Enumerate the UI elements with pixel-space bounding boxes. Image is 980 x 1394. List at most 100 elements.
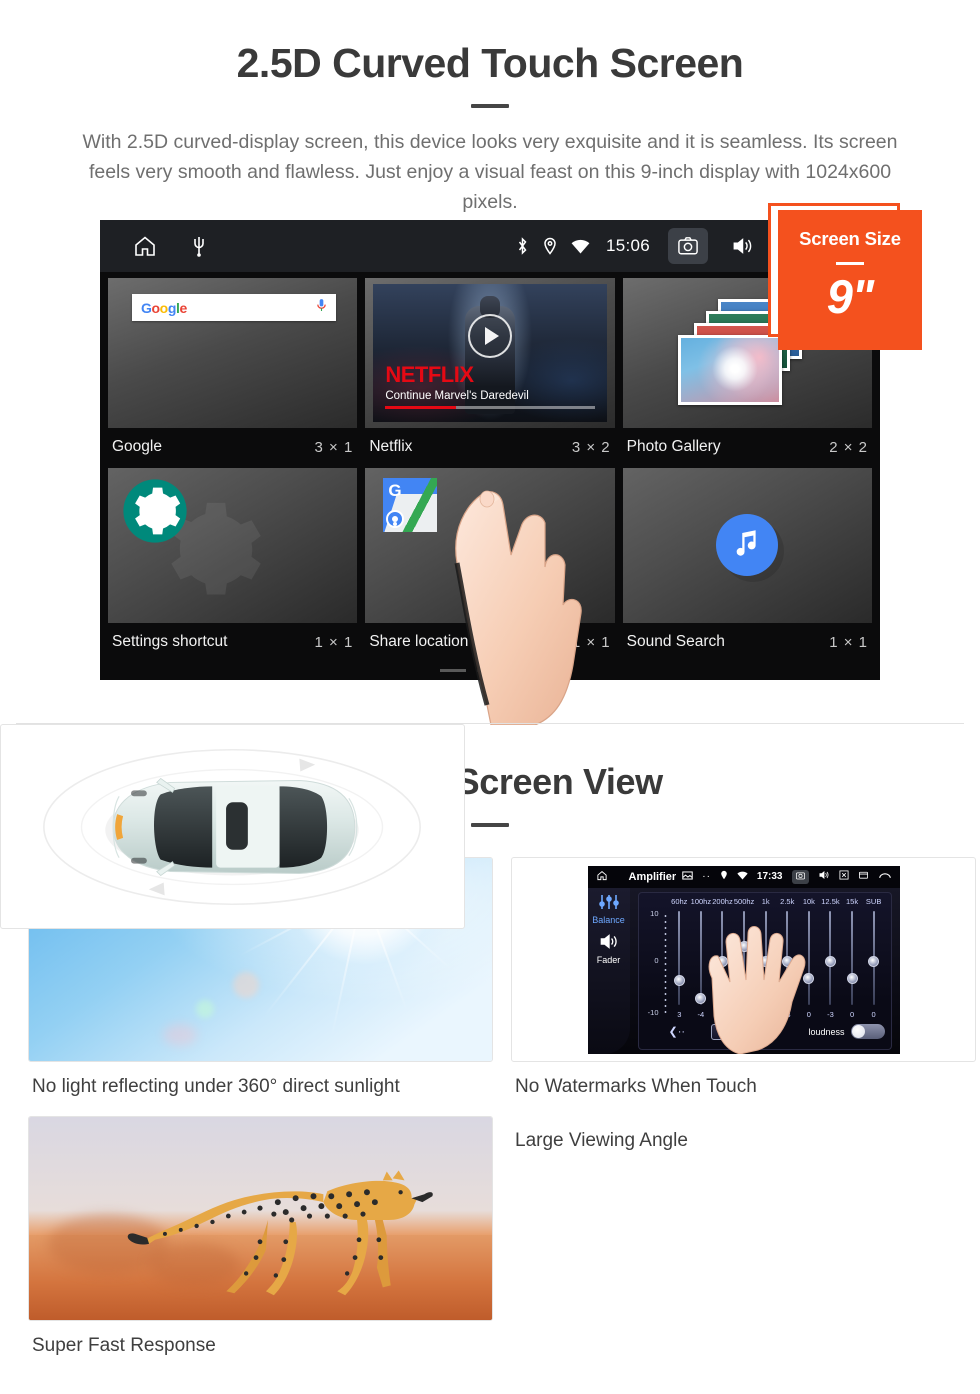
fader-icon[interactable] [588, 925, 630, 955]
section-ips-full-screen-view: IPS Full Screen View No light reflecting… [0, 724, 980, 1357]
back-icon[interactable] [878, 870, 892, 883]
widget-picker-grid: Google Google 3 × 1 NETFLIX Continue Mar… [100, 272, 880, 663]
badge-underline [836, 262, 864, 265]
loudness-toggle[interactable] [850, 1024, 885, 1039]
widget-row-1: Google Google 3 × 1 NETFLIX Continue Mar… [108, 278, 872, 468]
camera-icon[interactable] [668, 228, 708, 264]
netflix-subtitle: Continue Marvel's Daredevil [385, 390, 529, 402]
more-icon: ·· [702, 871, 711, 882]
widget-share-location-preview: G [365, 468, 615, 623]
home-icon[interactable] [596, 870, 608, 884]
eq-freq: 1k [761, 896, 770, 906]
location-icon [720, 870, 728, 883]
eq-frequency-labels: 60hz 100hz 200hz 500hz 1k 2.5k 10k 12.5k… [639, 893, 891, 906]
eq-band[interactable]: -3 [820, 909, 842, 1019]
widget-size: 1 × 1 [314, 633, 354, 651]
cheetah-photo [28, 1116, 493, 1321]
wifi-icon [737, 871, 748, 883]
widget-size: 1 × 1 [829, 633, 868, 651]
page-dot-active[interactable] [514, 669, 540, 672]
tab-fader[interactable]: Fader [588, 955, 630, 965]
amp-side-tabs: Balance Fader [587, 887, 630, 1054]
volume-icon[interactable] [722, 228, 762, 264]
eq-band[interactable]: 0 [841, 909, 863, 1019]
widget-label: Sound Search [626, 633, 725, 650]
balance-icon[interactable] [588, 888, 630, 915]
status-bar: 15:06 [100, 220, 880, 272]
maps-icon: G [383, 478, 438, 532]
title-underline [471, 104, 509, 108]
widget-size: 2 × 2 [829, 438, 868, 456]
feature-card-amplifier: Amplifier ·· 17:33 Balance Fader 60hz 10… [511, 857, 976, 1098]
scale-mid: 0 [654, 956, 659, 966]
widget-netflix-preview: NETFLIX Continue Marvel's Daredevil [365, 278, 615, 428]
music-note-icon [716, 514, 779, 576]
card-caption: No Watermarks When Touch [515, 1076, 757, 1097]
loudness-label: loudness [808, 1026, 845, 1037]
eq-value: 0 [871, 1009, 876, 1019]
widget-netflix[interactable]: NETFLIX Continue Marvel's Daredevil Netf… [365, 278, 615, 468]
google-logo: Google [141, 299, 187, 316]
eq-freq: 60hz [671, 896, 688, 906]
gallery-icon [682, 870, 693, 883]
volume-icon[interactable] [818, 870, 830, 883]
tab-balance[interactable]: Balance [588, 915, 630, 925]
eq-value: 0 [849, 1009, 855, 1019]
recents-icon[interactable] [858, 870, 869, 883]
card-caption: No light reflecting under 360° direct su… [32, 1076, 400, 1097]
section-curved-touch-screen: 2.5D Curved Touch Screen With 2.5D curve… [0, 0, 980, 725]
eq-freq: 15k [846, 896, 859, 906]
scale-min: -10 [647, 1007, 659, 1017]
play-icon[interactable] [467, 314, 512, 358]
amp-title: Amplifier [628, 870, 677, 883]
widget-label: Google [112, 438, 162, 455]
widget-share-location[interactable]: G Share location 1 × 1 [365, 468, 615, 663]
feature-card-grid: No light reflecting under 360° direct su… [0, 724, 980, 1357]
chevron-left-icon[interactable]: ❮·· [669, 1025, 686, 1038]
scale-max: 10 [650, 908, 659, 918]
eq-freq: 2.5k [780, 896, 795, 906]
close-icon[interactable] [839, 870, 849, 883]
page-dot[interactable] [477, 669, 503, 672]
home-icon[interactable] [132, 234, 158, 258]
amp-time: 17:33 [756, 871, 783, 882]
page-indicator[interactable] [100, 669, 880, 672]
eq-freq: 100hz [690, 896, 712, 906]
camera-icon[interactable] [791, 869, 809, 884]
widget-settings-preview [108, 468, 358, 623]
eq-band[interactable]: 0 [863, 909, 885, 1019]
page-dot[interactable] [440, 669, 466, 672]
eq-freq: 200hz [712, 896, 733, 906]
eq-freq: SUB [865, 896, 882, 906]
netflix-brand: NETFLIX [385, 362, 474, 387]
eq-freq: 10k [802, 896, 815, 906]
eq-freq: 12.5k [821, 896, 840, 906]
widget-label: Photo Gallery [626, 438, 721, 455]
widget-size: 3 × 2 [571, 438, 611, 456]
open-hand-illustration [708, 925, 805, 1054]
bluetooth-icon [516, 237, 529, 255]
feature-card-car: Large Viewing Angle [0, 724, 976, 1357]
widget-google[interactable]: Google Google 3 × 1 [108, 278, 358, 468]
eq-value: -3 [827, 1009, 834, 1019]
widget-row-2: Settings shortcut 1 × 1 G Share location… [108, 468, 872, 663]
usb-icon[interactable] [192, 235, 206, 257]
amplifier-screenshot: Amplifier ·· 17:33 Balance Fader 60hz 10… [511, 857, 976, 1062]
widget-label: Netflix [369, 438, 413, 455]
device-screen: 15:06 Google Google 3 × 1 NETFLIX Contin… [100, 220, 880, 680]
google-search-bar[interactable]: Google [132, 294, 336, 321]
location-icon [543, 237, 557, 255]
eq-value: 3 [677, 1009, 682, 1019]
netflix-progress-track [385, 406, 595, 409]
screen-size-label: Screen Size [799, 228, 901, 249]
card-caption: Large Viewing Angle [515, 1130, 688, 1151]
widget-google-preview: Google [108, 278, 358, 428]
eq-freq: 500hz [733, 896, 755, 906]
widget-settings-shortcut[interactable]: Settings shortcut 1 × 1 [108, 468, 358, 663]
card-caption: Super Fast Response [32, 1335, 216, 1356]
mic-icon[interactable] [316, 298, 327, 318]
wifi-icon [571, 239, 590, 254]
widget-sound-search[interactable]: Sound Search 1 × 1 [622, 468, 872, 663]
widget-size: 3 × 1 [314, 438, 354, 456]
eq-band[interactable]: 3 [669, 909, 691, 1019]
